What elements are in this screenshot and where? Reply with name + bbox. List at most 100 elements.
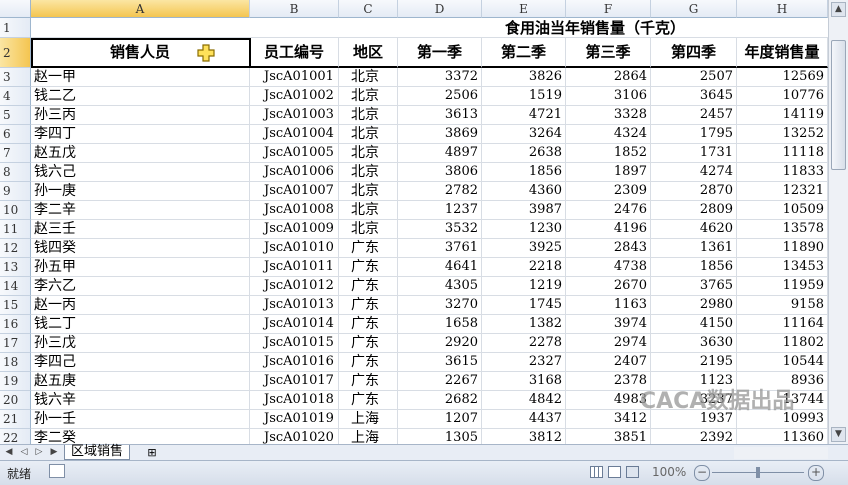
table-cell[interactable]: JscA01009 — [250, 220, 339, 239]
table-cell[interactable]: 1163 — [566, 296, 651, 315]
table-cell[interactable]: JscA01010 — [250, 239, 339, 258]
column-header-a[interactable]: A — [31, 0, 250, 18]
table-cell[interactable]: 2682 — [398, 391, 482, 410]
table-cell[interactable]: JscA01008 — [250, 201, 339, 220]
zoom-slider-thumb[interactable] — [756, 467, 760, 478]
table-cell[interactable]: JscA01016 — [250, 353, 339, 372]
table-cell[interactable]: 2843 — [566, 239, 651, 258]
table-cell[interactable]: 上海 — [339, 429, 398, 444]
table-cell[interactable]: JscA01018 — [250, 391, 339, 410]
table-cell[interactable]: 13453 — [737, 258, 828, 277]
header-cell[interactable]: 第三季 — [566, 38, 651, 68]
table-cell[interactable]: 赵三壬 — [31, 220, 250, 239]
column-header-g[interactable]: G — [651, 0, 737, 18]
table-cell[interactable]: 孙一庚 — [31, 182, 250, 201]
table-cell[interactable]: 广东 — [339, 258, 398, 277]
table-cell[interactable]: 10776 — [737, 87, 828, 106]
table-cell[interactable]: 钱二乙 — [31, 87, 250, 106]
table-cell[interactable]: 广东 — [339, 239, 398, 258]
scroll-up-button[interactable]: ▲ — [831, 2, 846, 17]
table-cell[interactable]: 2407 — [566, 353, 651, 372]
normal-view-icon[interactable] — [590, 466, 603, 478]
header-cell[interactable]: 年度销售量 — [737, 38, 828, 68]
table-cell[interactable]: 北京 — [339, 125, 398, 144]
table-cell[interactable]: JscA01001 — [250, 68, 339, 87]
table-cell[interactable]: 4983 — [566, 391, 651, 410]
table-cell[interactable]: 10544 — [737, 353, 828, 372]
table-cell[interactable]: 4324 — [566, 125, 651, 144]
table-cell[interactable]: JscA01003 — [250, 106, 339, 125]
row-header[interactable]: 20 — [0, 391, 31, 410]
table-cell[interactable]: 3613 — [398, 106, 482, 125]
table-cell[interactable]: 北京 — [339, 182, 398, 201]
row-header[interactable]: 5 — [0, 106, 31, 125]
table-cell[interactable]: 3328 — [566, 106, 651, 125]
row-header[interactable]: 16 — [0, 315, 31, 334]
table-cell[interactable]: 3869 — [398, 125, 482, 144]
table-cell[interactable]: 3812 — [482, 429, 566, 444]
table-cell[interactable]: 3925 — [482, 239, 566, 258]
table-cell[interactable]: 2507 — [651, 68, 737, 87]
table-cell[interactable]: 1852 — [566, 144, 651, 163]
vertical-scrollbar[interactable]: ▲ ▼ — [828, 0, 848, 444]
table-cell[interactable]: 2392 — [651, 429, 737, 444]
column-header-f[interactable]: F — [566, 0, 651, 18]
table-cell[interactable]: 1856 — [482, 163, 566, 182]
zoom-level[interactable]: 100% — [652, 465, 686, 479]
row-header[interactable]: 19 — [0, 372, 31, 391]
table-cell[interactable]: 1731 — [651, 144, 737, 163]
table-cell[interactable]: 4842 — [482, 391, 566, 410]
row-header[interactable]: 17 — [0, 334, 31, 353]
select-all-corner[interactable] — [0, 0, 31, 18]
table-cell[interactable]: 4738 — [566, 258, 651, 277]
table-cell[interactable]: 1361 — [651, 239, 737, 258]
table-cell[interactable]: 2195 — [651, 353, 737, 372]
table-cell[interactable]: 3765 — [651, 277, 737, 296]
table-cell[interactable]: JscA01012 — [250, 277, 339, 296]
table-cell[interactable]: 1795 — [651, 125, 737, 144]
table-cell[interactable]: 赵一甲 — [31, 68, 250, 87]
table-cell[interactable]: 1230 — [482, 220, 566, 239]
table-cell[interactable]: 2670 — [566, 277, 651, 296]
title-cell[interactable]: 食用油当年销售量（千克） — [31, 18, 828, 38]
table-cell[interactable]: 4150 — [651, 315, 737, 334]
table-cell[interactable]: 14119 — [737, 106, 828, 125]
table-cell[interactable]: 3987 — [482, 201, 566, 220]
page-break-preview-icon[interactable] — [626, 466, 639, 478]
table-cell[interactable]: JscA01017 — [250, 372, 339, 391]
table-cell[interactable]: 1237 — [398, 201, 482, 220]
table-cell[interactable]: 11360 — [737, 429, 828, 444]
column-header-d[interactable]: D — [398, 0, 482, 18]
table-cell[interactable]: JscA01014 — [250, 315, 339, 334]
insert-sheet-icon[interactable]: ⊞ — [144, 446, 160, 459]
table-cell[interactable]: 3761 — [398, 239, 482, 258]
table-cell[interactable]: 广东 — [339, 277, 398, 296]
table-cell[interactable]: 广东 — [339, 296, 398, 315]
table-cell[interactable]: 11833 — [737, 163, 828, 182]
table-cell[interactable]: 3168 — [482, 372, 566, 391]
table-cell[interactable]: 上海 — [339, 410, 398, 429]
table-cell[interactable]: 广东 — [339, 334, 398, 353]
table-cell[interactable]: 李二辛 — [31, 201, 250, 220]
table-cell[interactable]: 北京 — [339, 106, 398, 125]
table-cell[interactable]: 3106 — [566, 87, 651, 106]
table-cell[interactable]: JscA01013 — [250, 296, 339, 315]
table-cell[interactable]: 3974 — [566, 315, 651, 334]
table-cell[interactable]: 1382 — [482, 315, 566, 334]
row-header[interactable]: 12 — [0, 239, 31, 258]
table-cell[interactable]: 1207 — [398, 410, 482, 429]
row-header[interactable]: 15 — [0, 296, 31, 315]
scroll-down-button[interactable]: ▼ — [831, 427, 846, 442]
table-cell[interactable]: 1856 — [651, 258, 737, 277]
table-cell[interactable]: 3372 — [398, 68, 482, 87]
table-cell[interactable]: 2864 — [566, 68, 651, 87]
table-cell[interactable]: 孙五甲 — [31, 258, 250, 277]
table-cell[interactable]: 李四己 — [31, 353, 250, 372]
table-cell[interactable]: 赵五庚 — [31, 372, 250, 391]
table-cell[interactable]: 11959 — [737, 277, 828, 296]
table-cell[interactable]: 钱二丁 — [31, 315, 250, 334]
table-cell[interactable]: 3645 — [651, 87, 737, 106]
table-cell[interactable]: JscA01019 — [250, 410, 339, 429]
table-cell[interactable]: JscA01002 — [250, 87, 339, 106]
table-cell[interactable]: 2920 — [398, 334, 482, 353]
